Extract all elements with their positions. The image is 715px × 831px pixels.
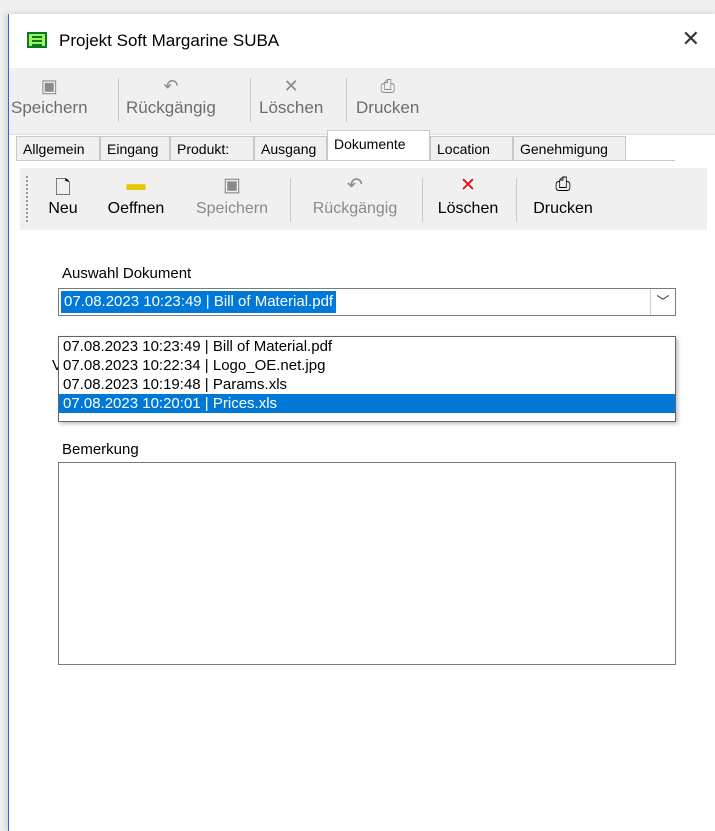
tab-produkt[interactable]: Produkt: [170,136,254,160]
save-icon: ▣ [223,175,241,196]
delete-icon: ✕ [283,76,299,96]
undo-icon: ↶ [347,175,363,196]
main-delete-button[interactable]: ✕ Löschen [259,76,323,118]
document-toolbar: 🗋 Neu ▬ Oeffnen ▣ Speichern ↶ Rückgängig… [20,168,707,230]
save-icon: ▣ [40,76,58,96]
doc-open-label: Oeffnen [107,200,165,217]
doc-save-label: Speichern [195,200,269,217]
main-undo-button[interactable]: ↶ Rückgängig [126,76,216,118]
main-delete-label: Löschen [259,98,324,117]
dropdown-option-highlighted[interactable]: 07.08.2023 10:20:01 | Prices.xls [59,394,675,413]
main-print-label: Drucken [356,98,420,117]
document-select-value: 07.08.2023 10:23:49 | Bill of Material.p… [61,291,337,313]
doc-undo-label: Rückgängig [312,200,398,217]
document-select[interactable]: 07.08.2023 10:23:49 | Bill of Material.p… [58,288,676,316]
tab-location[interactable]: Location [430,136,513,160]
print-icon: ⎙ [555,174,571,195]
document-select-label: Auswahl Dokument [62,265,192,282]
tab-genehmigung[interactable]: Genehmigung [513,136,626,160]
toolbar-grip[interactable] [26,176,30,222]
doc-print-label: Drucken [533,200,593,217]
print-icon: ⎙ [380,76,395,96]
doc-print-button[interactable]: ⎙ Drucken [526,174,600,218]
close-icon[interactable]: ✕ [682,26,700,52]
document-dropdown-list: 07.08.2023 10:23:49 | Bill of Material.p… [58,336,676,422]
main-toolbar: ▣ Speichern ↶ Rückgängig ✕ Löschen ⎙ Dru… [9,68,715,135]
dropdown-option[interactable]: 07.08.2023 10:23:49 | Bill of Material.p… [59,337,675,356]
tab-eingang[interactable]: Eingang [100,136,170,160]
main-save-label: Speichern [11,98,88,117]
tab-ausgang[interactable]: Ausgang [254,136,327,160]
new-document-icon: 🗋 [55,178,71,199]
title-bar: Projekt Soft Margarine SUBA ✕ [9,14,715,68]
dropdown-option[interactable]: 07.08.2023 10:19:48 | Params.xls [59,375,675,394]
doc-new-button[interactable]: 🗋 Neu [40,174,86,218]
doc-open-button[interactable]: ▬ Oeffnen [96,174,176,218]
doc-undo-button[interactable]: ↶ Rückgängig [300,174,410,218]
main-undo-label: Rückgängig [126,98,216,117]
doc-save-button[interactable]: ▣ Speichern [188,174,276,218]
delete-icon: ✕ [460,175,476,196]
doc-new-label: Neu [48,200,78,217]
remark-textarea[interactable] [58,462,676,665]
doc-delete-label: Löschen [437,200,499,217]
remark-label: Bemerkung [62,441,139,458]
tab-allgemein[interactable]: Allgemein [16,136,100,160]
main-save-button[interactable]: ▣ Speichern [11,76,88,118]
doc-delete-button[interactable]: ✕ Löschen [430,174,506,218]
tab-dokumente[interactable]: Dokumente [327,130,430,160]
chevron-down-icon[interactable]: ﹀ [650,289,675,315]
dropdown-option[interactable]: 07.08.2023 10:22:34 | Logo_OE.net.jpg [59,356,675,375]
main-print-button[interactable]: ⎙ Drucken [356,76,419,118]
window-title: Projekt Soft Margarine SUBA [59,31,280,50]
undo-icon: ↶ [163,76,179,96]
open-folder-icon: ▬ [126,174,146,195]
app-icon [27,32,47,48]
